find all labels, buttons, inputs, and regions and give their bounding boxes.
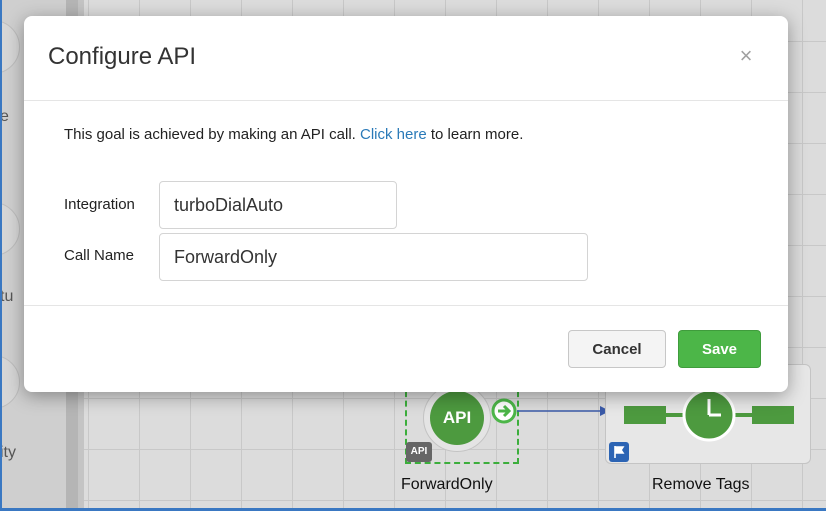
learn-more-link[interactable]: Click here [360,126,427,143]
modal-footer [24,305,788,307]
api-badge: API [406,442,432,462]
integration-label: Integration [64,196,135,213]
close-icon[interactable]: × [736,44,756,68]
left-panel-node[interactable] [0,355,20,409]
save-button[interactable]: Save [678,330,761,368]
call-name-label: Call Name [64,247,135,264]
api-node-text: API [442,408,472,427]
api-node-label: ForwardOnly [401,476,493,493]
modal-title: Configure API [48,43,197,70]
cancel-button[interactable]: Cancel [568,330,666,368]
integration-field[interactable] [159,181,397,229]
api-node-circle[interactable]: API [423,384,491,452]
flow-connector [491,398,610,424]
left-panel-node[interactable] [0,202,20,256]
intro-text: This goal is achieved by making an API c… [64,126,523,143]
frame-border [0,0,2,511]
api-badge-text: API [410,446,428,457]
flag-icon [609,442,629,462]
intro-text-prefix: This goal is achieved by making an API c… [64,126,356,143]
timer-sequence-icon [624,388,794,442]
remove-tags-label: Remove Tags [652,476,750,493]
left-panel-node[interactable] [0,20,20,74]
intro-text-suffix: to learn more. [430,126,524,143]
api-node-inner: API [430,391,484,445]
left-panel-text: ity [0,444,16,461]
call-name-field[interactable] [159,233,588,281]
left-panel-text: tu [0,288,14,305]
